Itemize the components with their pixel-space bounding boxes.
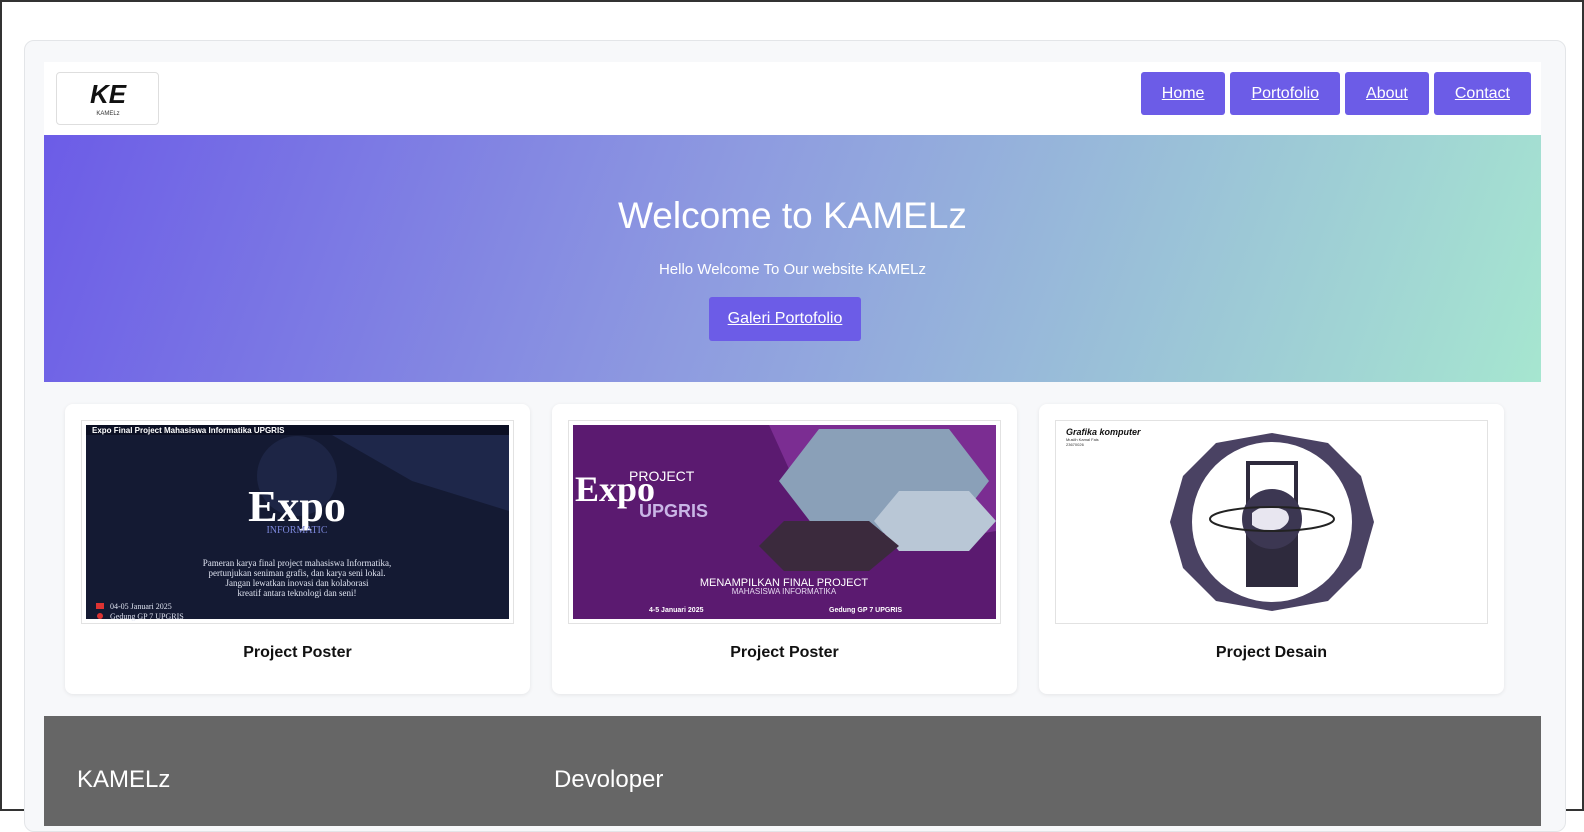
site-header: KE KAMELz Home Portofolio About Contact [44,62,1541,135]
portfolio-card[interactable]: Expo Final Project Mahasiswa Informatika… [65,404,530,694]
galeri-portofolio-button[interactable]: Galeri Portofolio [709,297,861,341]
footer-developer-title: Devoloper [554,766,664,793]
svg-text:Gedung GP 7 UPGRIS: Gedung GP 7 UPGRIS [110,612,184,621]
nav-contact-button[interactable]: Contact [1433,72,1531,115]
nav-portofolio-button[interactable]: Portofolio [1230,72,1341,115]
svg-text:Expo: Expo [248,482,346,531]
grafika-komputer-design-image: Grafika komputer Muslih Kamal Fais 23670… [1056,421,1487,623]
svg-text:KE: KE [89,79,126,109]
card-title: Project Poster [730,644,839,661]
portfolio-card[interactable]: Grafika komputer Muslih Kamal Fais 23670… [1039,404,1504,694]
svg-text:KAMELz: KAMELz [96,111,119,117]
svg-text:Expo Final Project Mahasiswa I: Expo Final Project Mahasiswa Informatika… [92,426,285,435]
nav-about-button[interactable]: About [1345,72,1429,115]
svg-text:4-5 Januari 2025: 4-5 Januari 2025 [649,607,704,614]
expo-upgris-poster-image: PROJECT Expo UPGRIS MENAMPILKAN FINAL PR… [573,425,996,619]
svg-text:INFORMATIC: INFORMATIC [266,525,327,536]
site-logo[interactable]: KE KAMELz [56,72,159,125]
svg-text:kreatif antara teknologi dan s: kreatif antara teknologi dan seni! [238,588,357,598]
nav-home-button[interactable]: Home [1140,72,1226,115]
svg-text:pertunjukan seniman grafis, da: pertunjukan seniman grafis, dan karya se… [209,568,386,578]
hero-banner: Welcome to KAMELz Hello Welcome To Our w… [44,135,1541,382]
footer-brand-title: KAMELz [77,766,171,793]
project-thumbnail[interactable]: Expo Final Project Mahasiswa Informatika… [81,420,514,624]
svg-text:UPGRIS: UPGRIS [639,501,708,521]
main-nav: Home Portofolio About Contact [1140,72,1531,115]
project-thumbnail[interactable]: PROJECT Expo UPGRIS MENAMPILKAN FINAL PR… [568,420,1001,624]
svg-text:23670026: 23670026 [1066,442,1085,447]
svg-text:Jangan lewatkan inovasi dan ko: Jangan lewatkan inovasi dan kolaborasi [226,578,369,588]
svg-text:Gedung GP 7 UPGRIS: Gedung GP 7 UPGRIS [829,607,902,614]
svg-text:Pameran karya final project ma: Pameran karya final project mahasiswa In… [203,558,391,568]
card-title: Project Poster [243,644,352,661]
card-title: Project Desain [1215,644,1328,661]
svg-text:Grafika komputer: Grafika komputer [1066,427,1141,437]
hero-subtitle: Hello Welcome To Our website KAMELz [658,261,927,278]
expo-informatic-poster-image: Expo Final Project Mahasiswa Informatika… [86,425,509,621]
svg-text:MAHASISWA INFORMATIKA: MAHASISWA INFORMATIKA [732,587,837,596]
logo-mark-icon: KE KAMELz [89,79,126,117]
portfolio-card[interactable]: PROJECT Expo UPGRIS MENAMPILKAN FINAL PR… [552,404,1017,694]
svg-text:04-05 Januari 2025: 04-05 Januari 2025 [110,602,172,611]
project-thumbnail[interactable]: Grafika komputer Muslih Kamal Fais 23670… [1055,420,1488,624]
site-footer: KAMELz Devoloper [44,716,1541,826]
hero-title: Welcome to KAMELz [618,195,967,236]
